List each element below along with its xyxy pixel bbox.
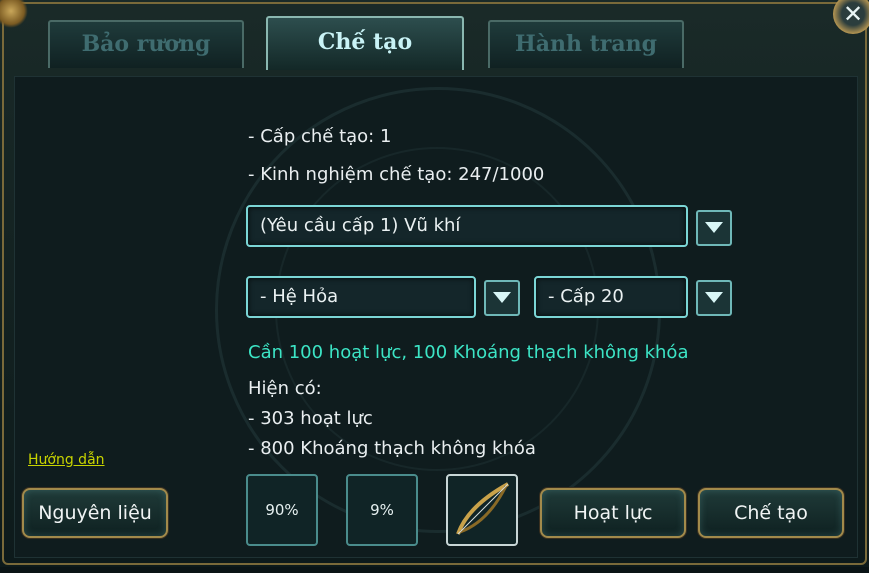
tab-inventory[interactable]: Hành trang — [488, 20, 684, 68]
element-dropdown-chevron-down-icon[interactable] — [484, 280, 520, 316]
energy-button[interactable]: Hoạt lực — [540, 488, 686, 538]
inventory-energy-text: - 303 hoạt lực — [248, 408, 373, 429]
category-dropdown-chevron-down-icon[interactable] — [696, 210, 732, 246]
bow-icon — [456, 482, 509, 535]
element-dropdown[interactable]: - Hệ Hỏa — [246, 276, 476, 318]
category-dropdown[interactable]: (Yêu cầu cấp 1) Vũ khí — [246, 205, 688, 247]
crafting-window: Bảo rương Chế tạo Hành trang ✕ - Cấp chế… — [0, 0, 869, 567]
inventory-heading: Hiện có: — [248, 378, 322, 399]
guide-link[interactable]: Hướng dẫn — [28, 452, 105, 468]
requirement-text: Cần 100 hoạt lực, 100 Khoáng thạch không… — [248, 342, 689, 363]
craft-button[interactable]: Chế tạo — [698, 488, 844, 538]
tab-treasure-chest[interactable]: Bảo rương — [48, 20, 244, 68]
result-item-slot[interactable] — [446, 474, 518, 546]
craft-experience-text: - Kinh nghiệm chế tạo: 247/1000 — [248, 164, 545, 185]
tab-bar: Bảo rương Chế tạo Hành trang — [0, 0, 869, 70]
inventory-ore-text: - 800 Khoáng thạch không khóa — [248, 438, 536, 459]
bonus-rate-slot: 9% — [346, 474, 418, 546]
materials-button[interactable]: Nguyên liệu — [22, 488, 168, 538]
tier-dropdown-chevron-down-icon[interactable] — [696, 280, 732, 316]
craft-level-text: - Cấp chế tạo: 1 — [248, 126, 392, 147]
tier-dropdown[interactable]: - Cấp 20 — [534, 276, 688, 318]
success-rate-slot: 90% — [246, 474, 318, 546]
tab-crafting[interactable]: Chế tạo — [266, 16, 464, 70]
